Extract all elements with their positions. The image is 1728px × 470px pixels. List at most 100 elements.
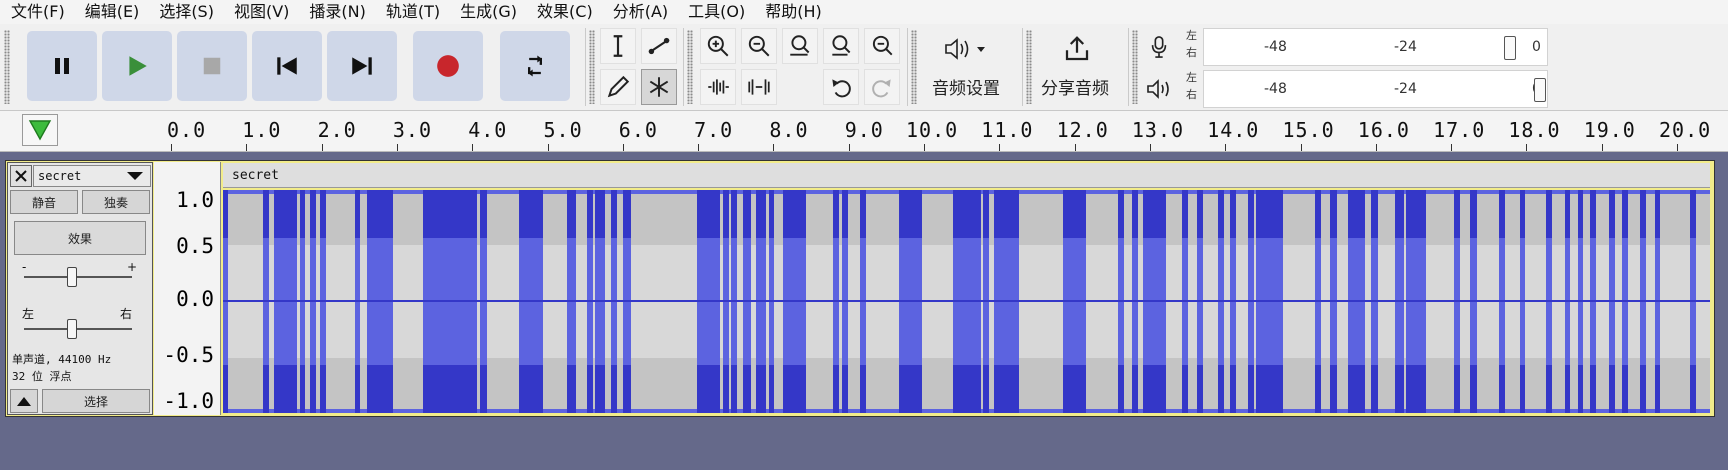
playback-meter-button[interactable] [1143, 70, 1175, 108]
share-audio-button[interactable]: 分享音频 [1035, 28, 1120, 106]
share-grip[interactable] [1026, 30, 1032, 104]
toolbar-grip[interactable] [4, 30, 10, 104]
zoom-toggle-button[interactable] [864, 28, 900, 64]
menu-item-8[interactable]: 分析(A) [602, 0, 677, 24]
audio-setup-grip[interactable] [911, 30, 917, 104]
wave-segment-bottom [1470, 365, 1477, 413]
multi-tool[interactable] [641, 69, 677, 105]
wave-segment-top [1520, 190, 1525, 238]
gain-slider-track[interactable] [24, 276, 132, 278]
wave-segment-bottom [1256, 365, 1283, 413]
timeline-tick [246, 144, 248, 151]
timeline-tick [1526, 144, 1528, 151]
timeline-options-button[interactable] [22, 114, 58, 146]
wave-segment-top [1218, 190, 1224, 238]
wave-segment-bottom [1315, 365, 1321, 413]
menu-item-7[interactable]: 效果(C) [526, 0, 602, 24]
undo-icon [832, 79, 851, 98]
zoom-in-button[interactable] [700, 28, 736, 64]
pan-slider-thumb[interactable] [67, 319, 77, 339]
selection-tool[interactable] [600, 28, 636, 64]
pause-button[interactable] [27, 31, 97, 101]
close-track-button[interactable] [10, 165, 32, 187]
play-button[interactable] [102, 31, 172, 101]
mute-button[interactable]: 静音 [10, 190, 78, 214]
wave-segment-bottom [1330, 365, 1337, 413]
wave-segment-bottom [587, 365, 593, 413]
record-button[interactable] [413, 31, 483, 101]
track-menu-button[interactable]: secret [33, 165, 151, 187]
menu-item-10[interactable]: 帮助(H) [754, 0, 831, 24]
audio-setup-button[interactable]: 音频设置 [920, 28, 1020, 106]
timeline-label: 12.0 [1056, 118, 1109, 142]
pan-left-label: 左 [22, 307, 35, 321]
wave-segment-bottom [1578, 365, 1583, 413]
loop-button[interactable] [500, 31, 570, 101]
gain-slider-thumb[interactable] [67, 267, 77, 287]
record-meter[interactable]: -48 -24 0 [1203, 28, 1548, 66]
wave-segment-top [1230, 190, 1236, 238]
skip-to-start-button[interactable] [252, 31, 322, 101]
clip-header[interactable]: secret [223, 163, 1710, 188]
wave-segment-bottom [1499, 365, 1505, 413]
amplitude-ruler: 1.0 0.5 0.0 -0.5 -1.0 [154, 162, 221, 415]
pan-slider-track[interactable] [24, 328, 132, 330]
timeline-label: 13.0 [1131, 118, 1185, 142]
menu-item-9[interactable]: 工具(O) [677, 0, 754, 24]
wave-segment-bottom [1406, 365, 1426, 413]
wave-segment-top [1470, 190, 1477, 238]
draw-tool[interactable] [600, 69, 636, 105]
menu-item-5[interactable]: 轨道(T) [375, 0, 449, 24]
trim-button[interactable] [700, 69, 736, 105]
zoom-out-button[interactable] [741, 28, 777, 64]
redo-button[interactable] [864, 69, 900, 105]
playback-tick-48: -48 [1264, 81, 1287, 97]
record-meter-button[interactable] [1143, 28, 1175, 66]
stop-button[interactable] [177, 31, 247, 101]
edit-grip[interactable] [687, 30, 693, 104]
wave-segment-top [1578, 190, 1583, 238]
menu-item-3[interactable]: 视图(V) [223, 0, 298, 24]
zoom-in-icon [707, 35, 729, 57]
silence-button[interactable] [741, 69, 777, 105]
wave-segment-bottom [320, 365, 326, 413]
wave-segment-bottom [355, 365, 360, 413]
select-track-button[interactable]: 选择 [42, 389, 150, 413]
wave-segment-bottom [723, 365, 729, 413]
timeline-tick [171, 144, 172, 151]
timeline-ruler[interactable]: 0.0 1.0 2.0 3.0 4.0 5.0 6.0 7.0 8.0 9.0 10.0 11.0 12… [0, 111, 1728, 152]
wave-segment-bottom [994, 365, 1019, 413]
menu-item-6[interactable]: 生成(G) [449, 0, 526, 24]
skip-to-end-button[interactable] [327, 31, 397, 101]
wave-segment-bottom [480, 365, 487, 413]
menu-item-2[interactable]: 选择(S) [148, 0, 223, 24]
gain-plus-label: + [127, 260, 138, 274]
playback-meter[interactable]: -48 -24 0 [1203, 70, 1548, 108]
collapse-track-button[interactable] [10, 389, 38, 413]
timeline-label: 15.0 [1282, 118, 1335, 142]
effects-button[interactable]: 效果 [14, 221, 146, 255]
fit-selection-button[interactable] [782, 28, 818, 64]
envelope-tool[interactable] [641, 28, 677, 64]
wave-segment-bottom [731, 365, 737, 413]
silence-audio-icon [748, 79, 770, 95]
solo-button[interactable]: 独奏 [82, 190, 150, 214]
wave-segment-top [367, 190, 393, 238]
record-level-slider[interactable] [1504, 36, 1516, 60]
wave-segment-top [310, 190, 316, 238]
timeline-tick [848, 144, 850, 151]
fit-project-button[interactable] [823, 28, 859, 64]
i-beam-icon [613, 35, 623, 57]
wave-segment-bottom [1218, 365, 1224, 413]
wave-segment-top [1132, 190, 1138, 238]
tools-grip[interactable] [589, 30, 595, 104]
amplitude-label-0: 0.0 [176, 287, 214, 311]
menu-item-4[interactable]: 播录(N) [298, 0, 374, 24]
menu-item-0[interactable]: 文件(F) [0, 0, 74, 24]
timeline-label: 19.0 [1583, 118, 1636, 142]
meter-grip[interactable] [1132, 30, 1138, 104]
menu-item-1[interactable]: 编辑(E) [74, 0, 149, 24]
undo-button[interactable] [823, 69, 859, 105]
playback-level-slider[interactable] [1534, 78, 1546, 102]
waveform[interactable] [223, 190, 1710, 413]
